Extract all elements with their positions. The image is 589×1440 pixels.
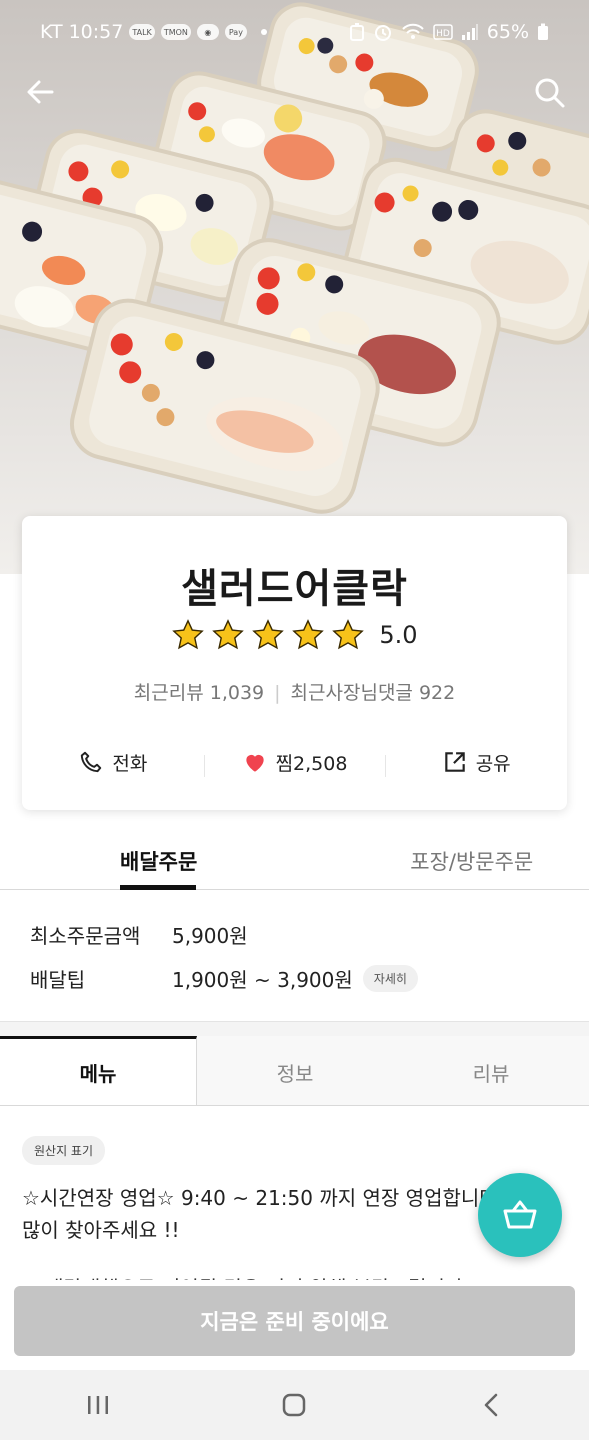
star-icon — [292, 619, 325, 650]
alarm-icon — [374, 25, 391, 41]
tmon-icon: TMON — [160, 24, 191, 40]
hd-voice-icon: HD — [433, 24, 453, 40]
wifi-icon — [402, 23, 424, 39]
store-actions: 전화 찜2,508 공유 — [22, 744, 567, 780]
share-label: 공유 — [475, 752, 511, 775]
section-divider — [0, 1021, 589, 1037]
delivery-tip-row: 배달팁 1,900원 ~ 3,900원 자세히 — [30, 956, 560, 1000]
more-notifications-dot — [260, 29, 267, 35]
delivery-info: 최소주문금액 5,900원 배달팁 1,900원 ~ 3,900원 자세히 — [30, 912, 560, 1000]
status-bar: KT 10:57 TALK TMON ◉ Pay HD 65% — [0, 0, 589, 64]
star-icon — [212, 619, 245, 650]
pay-icon: Pay — [224, 24, 247, 40]
divider: | — [274, 682, 281, 704]
store-name: 샐러드어클락 — [181, 566, 408, 612]
tab-menu[interactable]: 메뉴 — [0, 1036, 197, 1105]
clock: 10:57 — [68, 21, 124, 43]
home-icon[interactable] — [264, 1385, 324, 1425]
rating-row: 5.0 — [22, 618, 567, 652]
store-section-tabs: 메뉴 정보 리뷰 — [0, 1036, 589, 1106]
order-type-tabs: 배달주문 포장/방문주문 — [0, 832, 589, 890]
chat-bubble-icon: ◉ — [196, 24, 219, 40]
review-counts[interactable]: 최근리뷰 1,039 | 최근사장님댓글 922 — [22, 678, 567, 705]
min-order-row: 최소주문금액 5,900원 — [30, 912, 560, 956]
search-icon[interactable] — [531, 74, 567, 110]
store-info-card: 샐러드어클락 5.0 최근리뷰 1,039 | 최근사장님댓글 922 전화 찜2,… — [22, 516, 567, 810]
heart-icon — [245, 754, 264, 772]
share-button[interactable]: 공유 — [385, 749, 567, 777]
delivery-tip-label: 배달팁 — [30, 967, 86, 992]
kakaotalk-icon: TALK — [129, 24, 155, 40]
star-icon — [172, 619, 205, 650]
order-status-button[interactable]: 지금은 준비 중이에요 — [14, 1286, 575, 1356]
min-order-label: 최소주문금액 — [30, 923, 141, 948]
phone-icon — [81, 751, 102, 773]
tab-delivery-order[interactable]: 배달주문 — [0, 832, 355, 890]
back-arrow-icon[interactable] — [22, 74, 58, 110]
call-button[interactable]: 전화 — [22, 749, 204, 776]
back-icon[interactable] — [461, 1385, 521, 1425]
signal-icon — [461, 24, 478, 40]
owner-replies-count[interactable]: 최근사장님댓글 922 — [291, 682, 456, 704]
svg-text:HD: HD — [436, 29, 450, 39]
store-hero-image — [0, 0, 589, 574]
star-icon — [252, 619, 285, 650]
recent-reviews-count[interactable]: 최근리뷰 1,039 — [134, 682, 264, 704]
tab-reviews[interactable]: 리뷰 — [393, 1036, 589, 1105]
system-nav-bar — [0, 1370, 589, 1440]
cart-button[interactable] — [478, 1173, 562, 1257]
tab-info[interactable]: 정보 — [197, 1036, 393, 1105]
star-icon — [332, 619, 365, 650]
delivery-tip-value: 1,900원 ~ 3,900원 — [172, 967, 353, 992]
tip-detail-button[interactable]: 자세히 — [362, 964, 418, 992]
tab-pickup-order[interactable]: 포장/방문주문 — [355, 832, 589, 889]
battery-saver-icon — [349, 23, 364, 41]
like-button[interactable]: 찜2,508 — [203, 749, 386, 777]
recent-apps-icon[interactable] — [68, 1385, 128, 1425]
battery-percent: 65% — [486, 21, 529, 43]
min-order-value: 5,900원 — [172, 923, 248, 948]
like-count: 찜2,508 — [275, 752, 348, 775]
basket-icon — [503, 1200, 537, 1229]
rating-score: 5.0 — [379, 621, 418, 649]
battery-icon — [538, 23, 548, 40]
carrier-label: KT — [40, 21, 63, 43]
share-icon — [444, 752, 465, 772]
origin-label-button[interactable]: 원산지 표기 — [22, 1136, 106, 1165]
call-label: 전화 — [112, 752, 148, 775]
